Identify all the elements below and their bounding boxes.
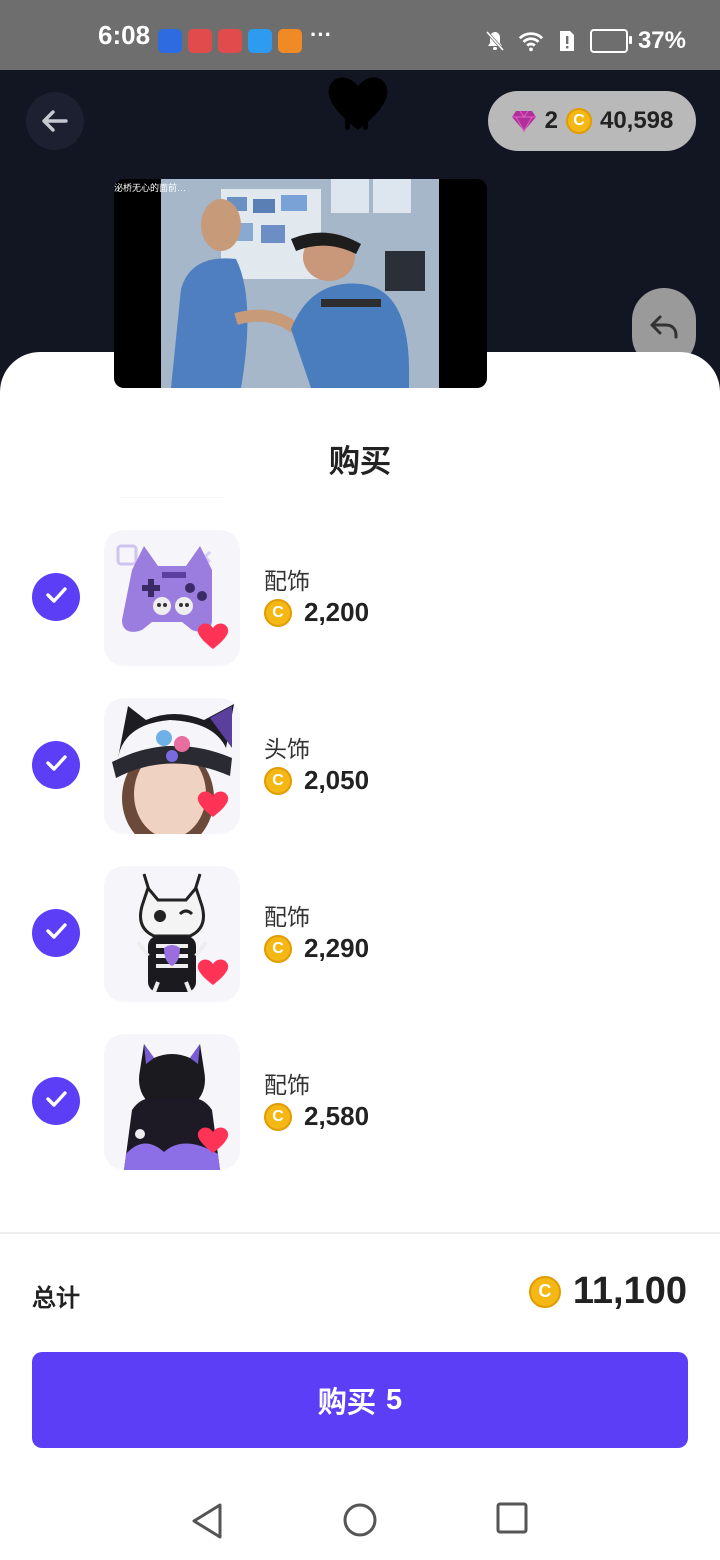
status-bar: 6:08 ··· 37% bbox=[0, 0, 720, 70]
item-price: C 2,580 bbox=[264, 1101, 369, 1132]
baidu-app-icon bbox=[158, 29, 182, 53]
checkmark-icon bbox=[42, 749, 70, 782]
item-price: C 2,200 bbox=[264, 597, 369, 628]
purchase-sheet: 购买 裤子C1,980 配饰 C 2,200 头饰 C 2,050 配饰 C 2,290 配饰 C 2,… bbox=[0, 352, 720, 1560]
system-nav-bar bbox=[0, 1470, 720, 1560]
item-category: 配饰 bbox=[264, 568, 310, 594]
item-list-content: 裤子C1,980 配饰 C 2,200 头饰 C 2,050 配饰 C 2,290 配饰 C 2,580 bbox=[0, 497, 720, 1199]
video-player[interactable]: 泌桥无心的面前… bbox=[114, 179, 487, 388]
list-item[interactable]: 裤子C1,980 bbox=[0, 497, 720, 527]
checkmark-icon bbox=[42, 1085, 70, 1118]
item-price-value: 2,290 bbox=[304, 933, 370, 963]
huawei-app-icon bbox=[188, 29, 212, 53]
coin-icon: C bbox=[264, 598, 292, 627]
currency-balance[interactable]: 2 C 40,598 bbox=[488, 91, 696, 151]
heart-icon[interactable] bbox=[196, 789, 230, 824]
sheet-title: 购买 bbox=[329, 444, 391, 479]
item-list[interactable]: 裤子C1,980 配饰 C 2,200 头饰 C 2,050 配饰 C 2,290 配饰 C 2,580 bbox=[0, 497, 720, 1232]
checkbox-checked[interactable] bbox=[32, 741, 80, 789]
item-category: 配饰 bbox=[264, 1072, 310, 1098]
total-value: 11,100 bbox=[572, 1270, 687, 1312]
nav-home-circle-icon[interactable] bbox=[342, 1502, 378, 1538]
broken-heart-logo-icon bbox=[328, 77, 388, 130]
list-item[interactable]: 配饰 C 2,200 bbox=[0, 527, 720, 695]
item-category: 头饰 bbox=[264, 736, 310, 762]
huawei-app-icon-2 bbox=[218, 29, 242, 53]
back-button[interactable] bbox=[26, 92, 84, 150]
item-art-pants bbox=[104, 497, 240, 498]
battery-percent: 37% bbox=[637, 27, 686, 54]
item-price: C 2,290 bbox=[264, 933, 369, 964]
heart-icon[interactable] bbox=[196, 957, 230, 992]
sim-alert-icon bbox=[554, 28, 580, 54]
arrow-left-icon bbox=[42, 110, 68, 132]
coin-icon: C bbox=[264, 934, 292, 963]
item-thumbnail[interactable] bbox=[104, 530, 240, 666]
video-frame bbox=[161, 179, 439, 388]
total-label: 总计 bbox=[32, 1285, 80, 1312]
item-thumbnail[interactable] bbox=[104, 866, 240, 1002]
undo-arrow-icon bbox=[650, 315, 678, 339]
buy-button-count: 5 bbox=[385, 1383, 403, 1416]
checkbox-checked[interactable] bbox=[32, 1077, 80, 1125]
item-thumbnail[interactable] bbox=[104, 698, 240, 834]
item-price-value: 2,050 bbox=[304, 765, 370, 795]
list-item[interactable]: 配饰 C 2,290 bbox=[0, 863, 720, 1031]
video-caption: 泌桥无心的面前… bbox=[114, 183, 187, 193]
battery-icon bbox=[589, 29, 632, 53]
coin-balance: 40,598 bbox=[599, 107, 674, 134]
list-item[interactable]: 头饰 C 2,050 bbox=[0, 695, 720, 863]
nav-back-triangle-icon[interactable] bbox=[190, 1502, 224, 1540]
wifi-icon bbox=[518, 28, 544, 54]
weather-app-icon bbox=[248, 29, 272, 53]
divider bbox=[0, 1232, 720, 1234]
mute-bell-icon bbox=[482, 28, 508, 54]
status-more-indicator: ··· bbox=[310, 22, 332, 47]
item-price-value: 2,580 bbox=[304, 1101, 370, 1131]
status-time: 6:08 bbox=[98, 20, 151, 50]
buy-button-label: 购买 bbox=[317, 1387, 376, 1419]
checkbox-checked[interactable] bbox=[32, 573, 80, 621]
item-thumbnail[interactable] bbox=[104, 1034, 240, 1170]
status-right-group: 37% bbox=[482, 27, 686, 55]
coin-icon: C bbox=[264, 1102, 292, 1131]
gem-icon bbox=[511, 110, 536, 132]
coin-icon: C bbox=[528, 1275, 561, 1308]
coin-icon: C bbox=[264, 766, 292, 795]
item-price-value: 2,200 bbox=[304, 597, 370, 627]
item-thumbnail[interactable] bbox=[104, 497, 240, 498]
heart-icon[interactable] bbox=[196, 1125, 230, 1160]
coin-icon: C bbox=[565, 108, 592, 134]
video-scene bbox=[161, 179, 439, 388]
checkmark-icon bbox=[42, 581, 70, 614]
item-price: C 2,050 bbox=[264, 765, 369, 796]
buy-button[interactable]: 购买 5 bbox=[32, 1352, 688, 1448]
checkmark-icon bbox=[42, 917, 70, 950]
item-category: 配饰 bbox=[264, 904, 310, 930]
checkbox-checked[interactable] bbox=[32, 909, 80, 957]
list-item[interactable]: 配饰 C 2,580 bbox=[0, 1031, 720, 1199]
status-app-icons bbox=[158, 29, 302, 53]
gem-count: 2 bbox=[544, 107, 558, 134]
nav-recents-square-icon[interactable] bbox=[496, 1502, 528, 1534]
heart-icon[interactable] bbox=[196, 621, 230, 656]
video-app-icon bbox=[278, 29, 302, 53]
total-amount: C 11,100 bbox=[528, 1270, 687, 1313]
